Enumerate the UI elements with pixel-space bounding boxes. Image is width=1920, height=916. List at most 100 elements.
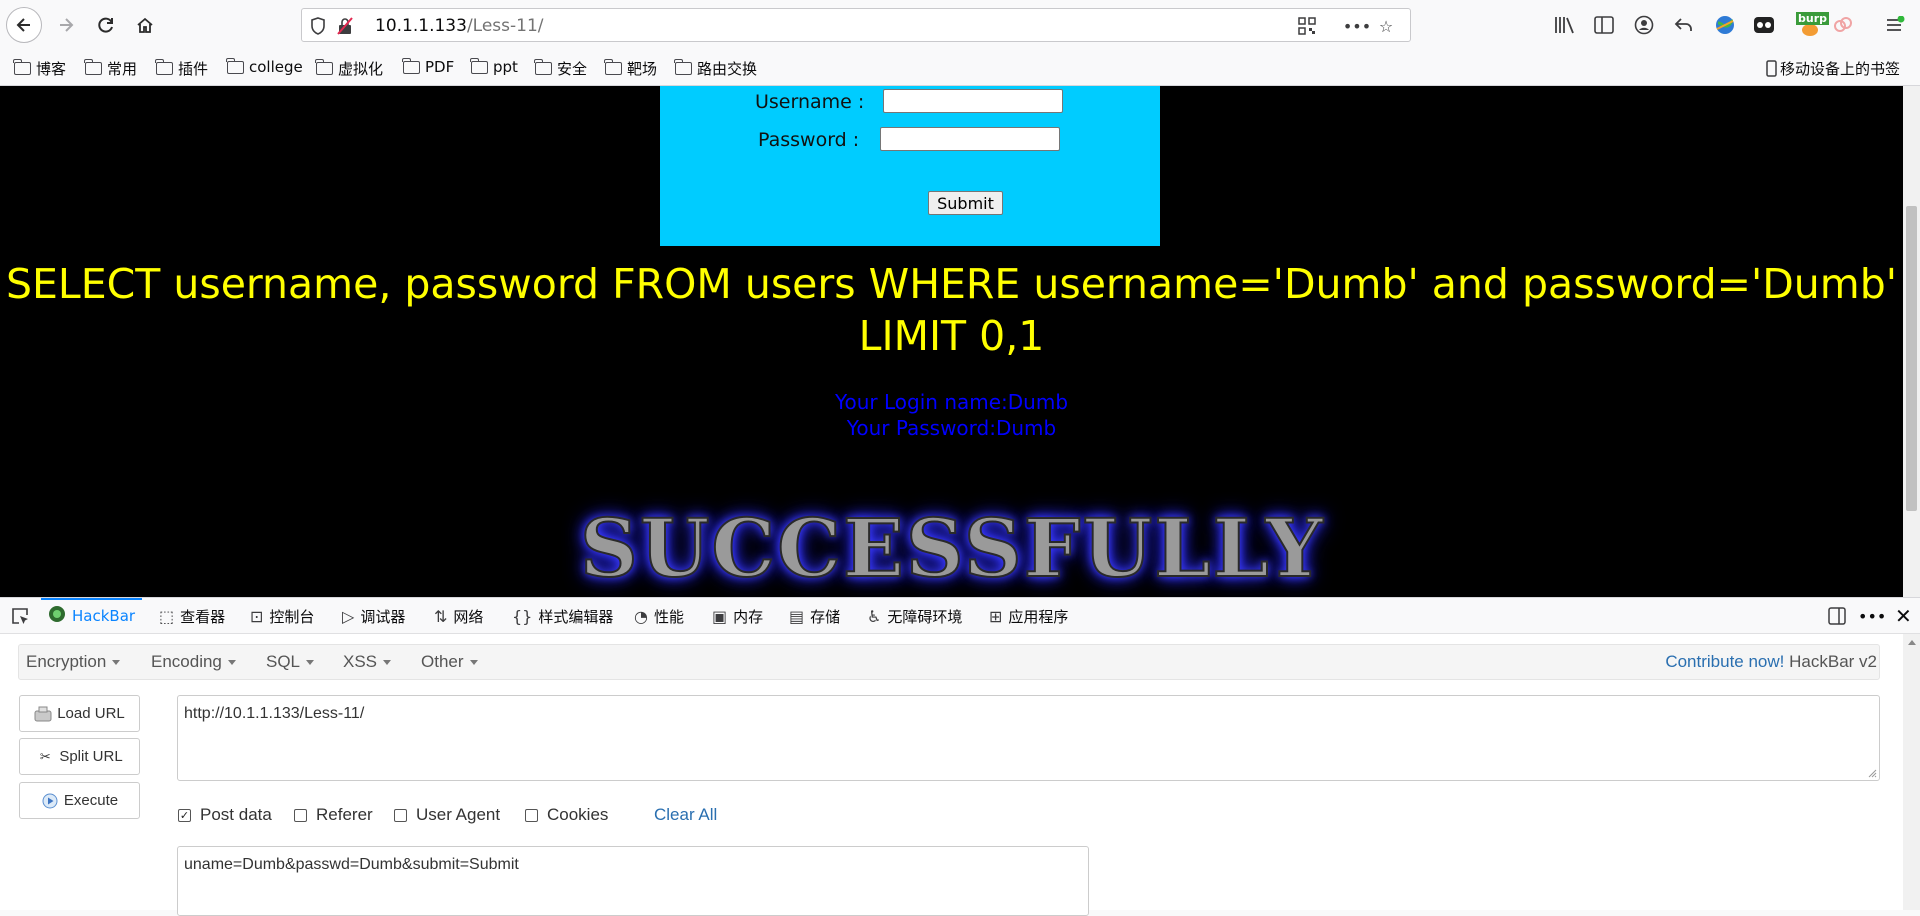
submit-button[interactable]: Submit (928, 191, 1003, 215)
sidebar-icon[interactable] (1591, 12, 1617, 38)
folder-icon (470, 57, 488, 74)
burp-extension-icon[interactable]: burp (1792, 12, 1830, 38)
tab-inspector[interactable]: ⬚ 查看器 (159, 598, 225, 634)
clear-all-link[interactable]: Clear All (654, 805, 717, 825)
split-url-button[interactable]: ✂ Split URL (19, 738, 140, 775)
accessibility-icon: ♿ (867, 606, 882, 626)
element-picker-button[interactable] (10, 598, 30, 634)
bookmark-folder[interactable]: 安全 (534, 58, 587, 79)
tab-hackbar[interactable]: HackBar (41, 598, 143, 634)
bookmark-folder[interactable]: PDF (402, 57, 454, 76)
tab-network[interactable]: ⇅ 网络 (434, 598, 483, 634)
tab-accessibility[interactable]: ♿ 无障碍环境 (867, 598, 962, 634)
menu-encryption[interactable]: Encryption (26, 652, 121, 672)
tab-style-editor[interactable]: {} 样式编辑器 (512, 598, 613, 634)
network-icon: ⇅ (434, 606, 448, 626)
checkbox-unchecked[interactable] (394, 808, 407, 822)
insecure-lock-icon[interactable] (334, 15, 356, 37)
forward-button[interactable] (48, 7, 84, 43)
hackbar-scrollbar[interactable] (1903, 634, 1920, 910)
scrollbar-thumb[interactable] (1906, 206, 1917, 511)
mobile-bookmarks[interactable]: 移动设备上的书签 (1766, 58, 1900, 79)
cookies-checkbox[interactable]: Cookies (525, 805, 608, 825)
scroll-up-arrow-icon[interactable] (1908, 640, 1916, 645)
bookmark-folder[interactable]: 博客 (13, 58, 66, 79)
tab-application[interactable]: ⊞ 应用程序 (989, 598, 1068, 634)
home-icon (137, 17, 153, 33)
folder-icon (226, 57, 244, 74)
page-actions-icon[interactable]: ••• (1343, 15, 1371, 37)
menu-icon[interactable] (1882, 12, 1908, 38)
username-label: Username : (755, 91, 865, 113)
dock-side-button[interactable] (1828, 598, 1846, 634)
bookmark-folder[interactable]: 常用 (84, 58, 137, 79)
tab-debugger[interactable]: ▷ 调试器 (342, 598, 405, 634)
login-form: Username : Password : Submit (660, 86, 1160, 246)
debugger-icon: ▷ (342, 606, 355, 626)
bookmark-folder[interactable]: 虚拟化 (315, 58, 383, 79)
checkbox-unchecked[interactable] (525, 808, 538, 822)
shield-icon[interactable] (307, 15, 329, 37)
bookmark-folder[interactable]: 靶场 (604, 58, 657, 79)
close-devtools-button[interactable]: ✕ (1895, 598, 1912, 634)
contribute-link[interactable]: Contribute now! (1665, 652, 1784, 671)
back-button[interactable] (6, 7, 42, 43)
password-label: Password : (758, 129, 860, 151)
menu-sql[interactable]: SQL (266, 652, 315, 672)
account-icon[interactable] (1631, 12, 1657, 38)
menu-other[interactable]: Other (421, 652, 478, 672)
tab-console[interactable]: ⊡ 控制台 (250, 598, 314, 634)
qr-code-icon[interactable] (1296, 15, 1318, 37)
bookmark-star-icon[interactable]: ☆ (1375, 15, 1397, 37)
url-textarea[interactable]: http://10.1.1.133/Less-11/ (177, 695, 1880, 781)
referer-checkbox[interactable]: Referer (294, 805, 373, 825)
tab-memory[interactable]: ▣ 内存 (712, 598, 763, 634)
password-input[interactable] (880, 127, 1060, 151)
undo-icon[interactable] (1671, 12, 1697, 38)
memory-icon: ▣ (712, 606, 728, 626)
login-password-text: Your Password:Dumb (846, 416, 1057, 440)
reload-button[interactable] (88, 7, 124, 43)
bookmark-folder[interactable]: college (226, 57, 303, 76)
hackbar-version: Contribute now! HackBar v2 (1665, 652, 1877, 671)
load-url-icon (34, 705, 52, 723)
checkbox-unchecked[interactable] (294, 808, 307, 822)
url-text[interactable]: 10.1.1.133/Less-11/ (375, 16, 544, 36)
folder-icon (402, 57, 420, 74)
tab-storage[interactable]: ▤ 存储 (789, 598, 840, 634)
more-options-icon: ••• (1858, 606, 1887, 626)
bookmark-folder[interactable]: 插件 (155, 58, 208, 79)
mask-extension-icon[interactable] (1751, 12, 1777, 38)
menu-xss[interactable]: XSS (343, 652, 392, 672)
user-agent-checkbox[interactable]: User Agent (394, 805, 500, 825)
page-scrollbar[interactable] (1903, 86, 1920, 597)
scissors-icon: ✂ (39, 748, 51, 764)
post-data-checkbox[interactable]: ✓ Post data (178, 805, 272, 825)
application-grid-icon: ⊞ (989, 606, 1003, 626)
home-button[interactable] (127, 7, 163, 43)
library-icon[interactable] (1552, 12, 1578, 38)
browser-toolbar: 10.1.1.133/Less-11/ ••• ☆ burp (0, 0, 1920, 50)
hackbar-menu: Encryption Encoding SQL XSS Other Contri… (18, 644, 1880, 680)
checkbox-checked[interactable]: ✓ (178, 808, 191, 822)
menu-encoding[interactable]: Encoding (151, 652, 236, 672)
back-arrow-icon (16, 18, 30, 32)
close-icon: ✕ (1895, 604, 1912, 628)
folder-icon (155, 59, 173, 75)
storage-icon: ▤ (789, 606, 805, 626)
pink-extension-icon[interactable] (1830, 12, 1856, 38)
resize-handle-icon[interactable] (1867, 768, 1877, 778)
execute-button[interactable]: Execute (19, 782, 140, 819)
bookmark-folder[interactable]: 路由交换 (674, 58, 757, 79)
tab-performance[interactable]: ◔ 性能 (634, 598, 684, 634)
post-data-textarea[interactable]: uname=Dumb&passwd=Dumb&submit=Submit (177, 846, 1089, 916)
username-input[interactable] (883, 89, 1063, 113)
globe-extension-icon[interactable] (1712, 12, 1738, 38)
bookmark-folder[interactable]: ppt (470, 57, 518, 76)
folder-icon (315, 59, 333, 75)
devtools-options-button[interactable]: ••• (1858, 598, 1886, 634)
caret-down-icon (383, 660, 392, 666)
load-url-button[interactable]: Load URL (19, 695, 140, 732)
address-bar[interactable]: 10.1.1.133/Less-11/ ••• ☆ (301, 8, 1411, 42)
devtools-tabbar: HackBar ⬚ 查看器 ⊡ 控制台 ▷ 调试器 ⇅ 网络 {} 样式编辑器 ◔ 性能 ▣… (0, 597, 1920, 634)
